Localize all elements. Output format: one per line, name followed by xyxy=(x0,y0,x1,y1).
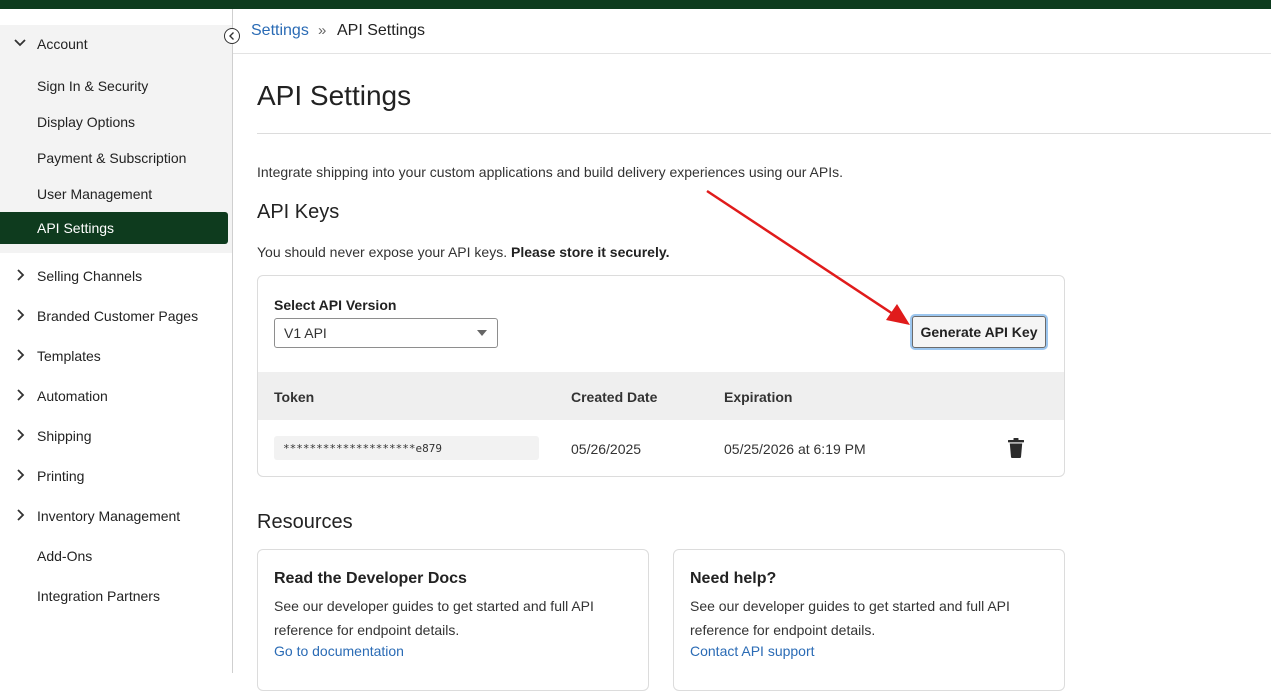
api-version-label: Select API Version xyxy=(274,297,397,313)
sidebar-collapse-button[interactable] xyxy=(224,28,240,44)
sidebar-group-automation[interactable]: Automation xyxy=(0,384,232,408)
api-version-select[interactable]: V1 API xyxy=(274,318,498,348)
sidebar-group-shipping[interactable]: Shipping xyxy=(0,424,232,448)
sidebar-item-sign-in-security[interactable]: Sign In & Security xyxy=(37,78,148,94)
sidebar-group-branded-customer-pages[interactable]: Branded Customer Pages xyxy=(0,304,232,328)
created-date-cell: 05/26/2025 xyxy=(571,441,642,457)
top-header-bar xyxy=(0,0,1271,9)
api-version-value: V1 API xyxy=(284,325,327,341)
sidebar-group-label: Branded Customer Pages xyxy=(37,308,199,324)
chevron-down-icon xyxy=(14,39,26,47)
sidebar-group-label: Shipping xyxy=(37,428,92,444)
sidebar-item-payment-subscription[interactable]: Payment & Subscription xyxy=(37,150,186,166)
sidebar-item-user-management[interactable]: User Management xyxy=(37,186,152,202)
expiration-cell: 05/25/2026 at 6:19 PM xyxy=(724,441,866,457)
settings-sidebar: Account Sign In & Security Display Optio… xyxy=(0,9,233,673)
resources-heading: Resources xyxy=(257,511,353,533)
sidebar-item-display-options[interactable]: Display Options xyxy=(37,114,135,130)
sidebar-group-label: Templates xyxy=(37,348,101,364)
resource-card-title: Read the Developer Docs xyxy=(274,570,467,587)
api-keys-card: Select API Version V1 API Generate API K… xyxy=(257,275,1065,477)
column-header-created-date: Created Date xyxy=(571,389,658,405)
table-header: Token Created Date Expiration xyxy=(258,372,1064,420)
api-keys-heading: API Keys xyxy=(257,201,340,223)
sidebar-group-printing[interactable]: Printing xyxy=(0,464,232,488)
developer-docs-card: Read the Developer Docs See our develope… xyxy=(257,549,649,691)
resource-card-description: See our developer guides to get started … xyxy=(690,598,1010,638)
contact-api-support-link[interactable]: Contact API support xyxy=(690,643,815,659)
sidebar-group-label: Selling Channels xyxy=(37,268,143,284)
chevron-right-icon xyxy=(17,429,25,441)
token-value: ********************e879 xyxy=(283,442,442,455)
sidebar-group-inventory-management[interactable]: Inventory Management xyxy=(0,504,232,528)
go-to-documentation-link[interactable]: Go to documentation xyxy=(274,643,404,659)
chevron-right-icon xyxy=(17,509,25,521)
sidebar-item-integration-partners[interactable]: Integration Partners xyxy=(37,588,160,604)
breadcrumb-current: API Settings xyxy=(337,22,426,39)
need-help-card: Need help? See our developer guides to g… xyxy=(673,549,1065,691)
page-title: API Settings xyxy=(257,80,412,111)
sidebar-group-label: Printing xyxy=(37,468,85,484)
sidebar-group-label: Automation xyxy=(37,388,108,404)
chevron-right-icon xyxy=(17,309,25,321)
sidebar-item-add-ons[interactable]: Add-Ons xyxy=(37,548,92,564)
sidebar-item-api-settings[interactable]: API Settings xyxy=(0,212,228,244)
caret-down-icon xyxy=(477,330,487,336)
sidebar-group-templates[interactable]: Templates xyxy=(0,344,232,368)
sidebar-group-account[interactable]: Account xyxy=(0,32,232,56)
column-header-expiration: Expiration xyxy=(724,389,793,405)
sidebar-item-label: API Settings xyxy=(37,220,115,236)
page-intro: Integrate shipping into your custom appl… xyxy=(257,164,844,180)
warning-bold-text: Please store it securely. xyxy=(510,244,670,260)
resource-card-description: See our developer guides to get started … xyxy=(274,598,594,638)
warning-text: You should never expose your API keys. xyxy=(257,244,508,260)
divider xyxy=(257,133,1271,134)
table-row: ********************e879 05/26/2025 05/2… xyxy=(258,420,1064,476)
sidebar-group-label: Account xyxy=(37,36,88,52)
chevron-right-icon xyxy=(17,389,25,401)
chevron-right-icon xyxy=(17,469,25,481)
token-value-box: ********************e879 xyxy=(274,436,539,460)
sidebar-group-label: Inventory Management xyxy=(37,508,181,524)
breadcrumb: Settings » API Settings xyxy=(233,9,1271,54)
trash-icon[interactable] xyxy=(1007,438,1025,458)
chevron-left-icon xyxy=(229,32,234,40)
chevron-right-icon xyxy=(17,349,25,361)
generate-api-key-button[interactable]: Generate API Key xyxy=(912,316,1046,348)
breadcrumb-separator: » xyxy=(318,22,327,39)
sidebar-group-selling-channels[interactable]: Selling Channels xyxy=(0,264,232,288)
resource-card-title: Need help? xyxy=(690,570,777,587)
chevron-right-icon xyxy=(17,269,25,281)
breadcrumb-settings-link[interactable]: Settings xyxy=(251,22,309,40)
column-header-token: Token xyxy=(274,389,315,405)
api-keys-warning: You should never expose your API keys. P… xyxy=(257,244,669,260)
